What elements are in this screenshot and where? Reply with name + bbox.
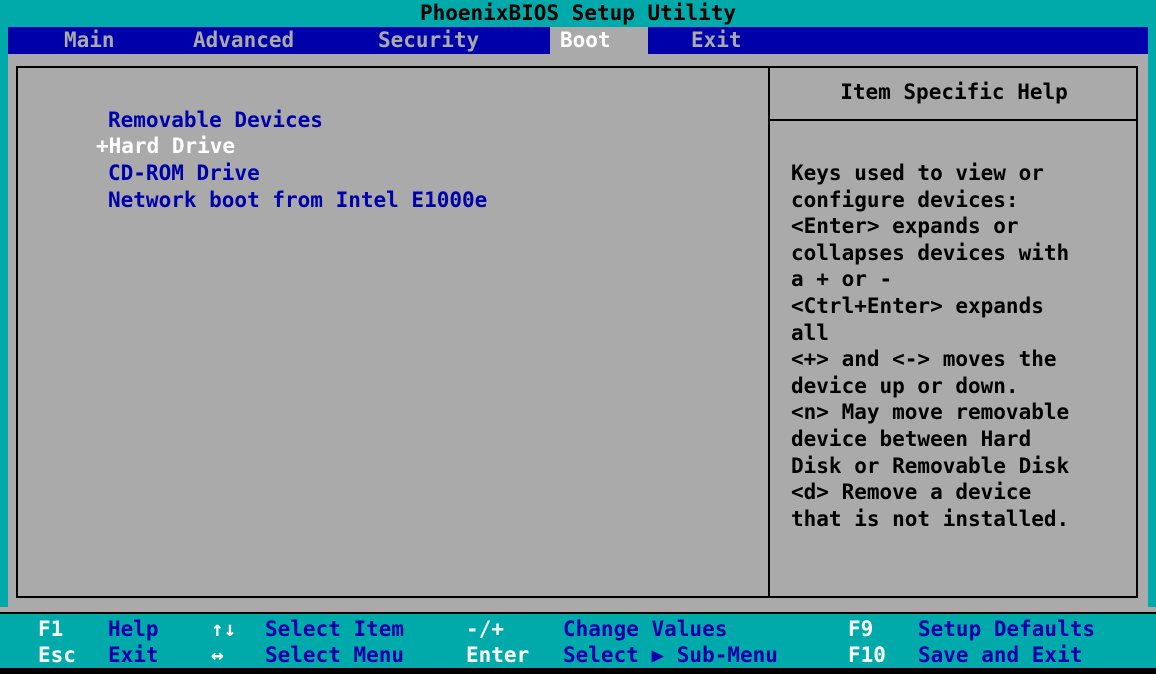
arrows-updown-icon: ↑↓ — [211, 617, 237, 641]
app-title: PhoenixBIOS Setup Utility — [419, 1, 737, 25]
menu-exit[interactable]: Exit — [681, 27, 752, 54]
key-f9: F9 — [848, 617, 874, 641]
menu-security[interactable]: Security — [368, 27, 489, 54]
key-f1: F1 — [38, 617, 64, 641]
key-f1-desc: Help — [108, 617, 159, 641]
key-help-footer: F1 Help ↑↓ Select Item -/+ Change Values… — [0, 612, 1156, 670]
key-leftright-desc: Select Menu — [265, 643, 405, 667]
help-line: <d> Remove a device — [791, 480, 1032, 505]
help-line: Disk or Removable Disk — [791, 453, 1070, 478]
help-line: all — [791, 320, 829, 345]
key-updown-desc: Select Item — [265, 617, 405, 641]
key-esc-desc: Exit — [108, 643, 159, 667]
menu-advanced[interactable]: Advanced — [183, 27, 304, 54]
help-line: device up or down. — [791, 373, 1019, 398]
help-line: <n> May move removable — [791, 400, 1070, 425]
help-text: Keys used to view or configure devices: … — [791, 160, 1131, 532]
help-line: Keys used to view or — [791, 161, 1044, 185]
title-bar: PhoenixBIOS Setup Utility — [0, 0, 1156, 27]
right-border — [1148, 27, 1156, 607]
key-enter: Enter — [466, 643, 530, 667]
menu-main[interactable]: Main — [54, 27, 125, 54]
panel-divider — [768, 66, 770, 598]
menu-bar: Main Advanced Security Boot Exit — [8, 27, 1148, 54]
key-f10: F10 — [848, 643, 886, 667]
help-line: <Enter> expands or — [791, 214, 1019, 239]
key-enter-desc: Select ▶ Sub-Menu — [563, 643, 778, 667]
bottom-border — [0, 668, 1156, 674]
help-line: collapses devices with — [791, 240, 1070, 265]
boot-item-network-boot[interactable]: Network boot from Intel E1000e — [108, 187, 487, 213]
left-border — [0, 27, 8, 607]
help-line: configure devices: — [791, 187, 1019, 212]
help-line: <Ctrl+Enter> expands — [791, 293, 1044, 318]
help-title-separator — [770, 119, 1138, 121]
bios-screen: PhoenixBIOS Setup Utility Main Advanced … — [0, 0, 1156, 674]
help-line: device between Hard — [791, 426, 1032, 451]
menu-boot[interactable]: Boot — [550, 27, 648, 54]
help-line: a + or - — [791, 267, 893, 292]
help-line: that is not installed. — [791, 506, 1070, 531]
arrows-leftright-icon: ↔ — [211, 643, 224, 667]
help-title: Item Specific Help — [840, 80, 1068, 104]
key-minus-plus-desc: Change Values — [563, 617, 728, 641]
help-line: <+> and <-> moves the — [791, 347, 1057, 372]
key-esc: Esc — [38, 643, 76, 667]
key-f10-desc: Save and Exit — [918, 643, 1083, 667]
boot-item-hard-drive[interactable]: +Hard Drive — [96, 133, 235, 159]
boot-item-cdrom-drive[interactable]: CD-ROM Drive — [108, 160, 260, 186]
key-f9-desc: Setup Defaults — [918, 617, 1096, 641]
boot-item-removable-devices[interactable]: Removable Devices — [108, 107, 323, 133]
key-minus-plus: -/+ — [466, 617, 504, 641]
